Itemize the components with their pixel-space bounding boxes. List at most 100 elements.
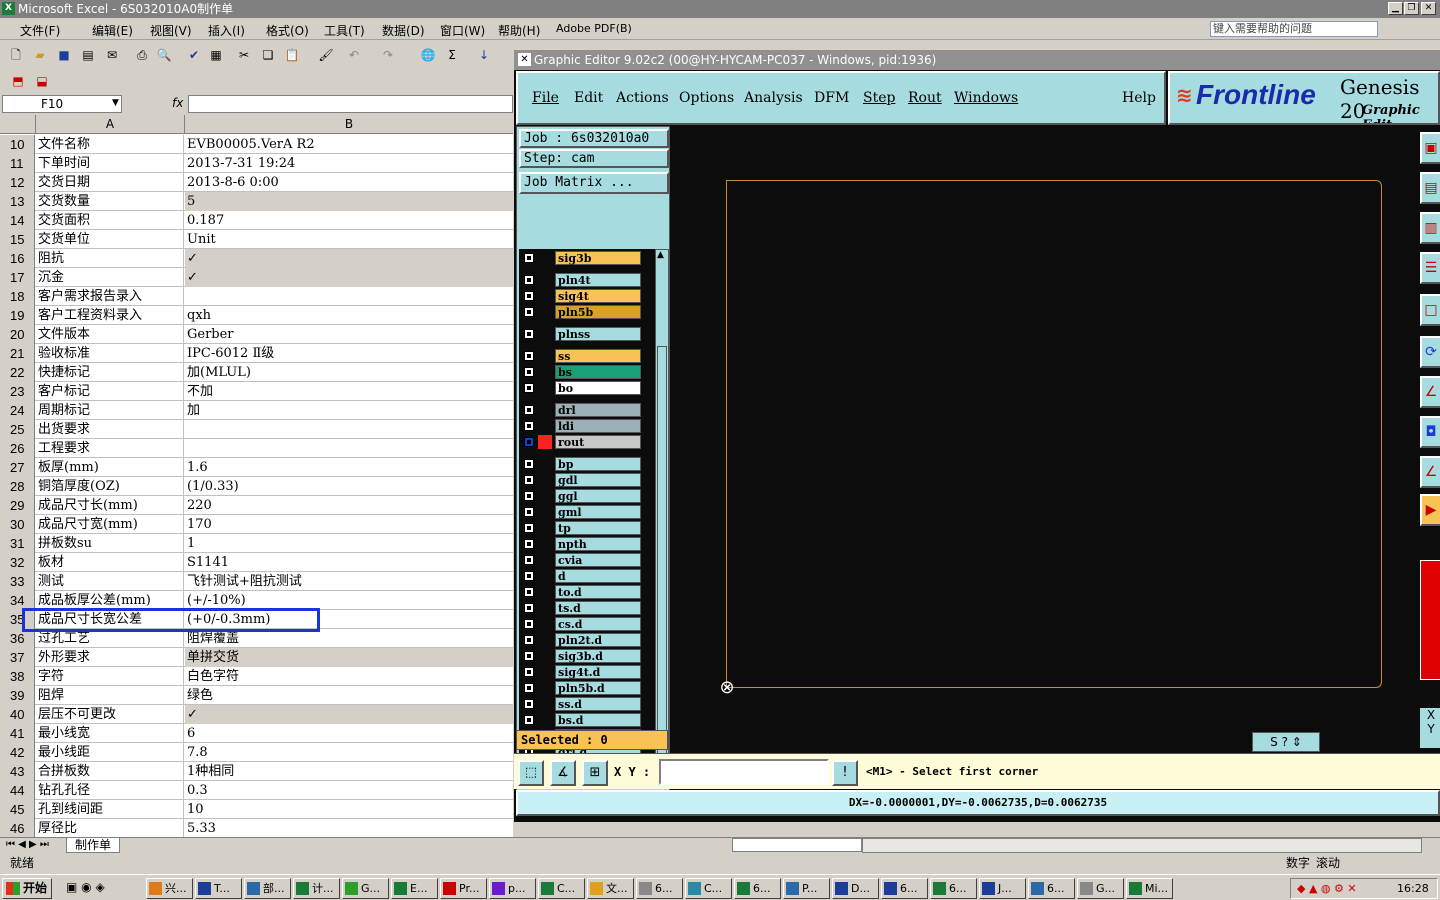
layer-list[interactable]: sig3b pln4t sig4t pln5b plnss ss bs bo drl ldi rou…	[519, 249, 655, 773]
start-button[interactable]: 开始	[2, 878, 52, 899]
row-number[interactable]: 26	[0, 439, 35, 458]
format-painter-icon[interactable]: 🖌	[318, 47, 334, 63]
layer-checkbox[interactable]	[524, 539, 534, 549]
row-number[interactable]: 13	[0, 192, 35, 211]
cell-b[interactable]: 6	[185, 724, 513, 743]
taskbar-item[interactable]: C...	[538, 878, 585, 899]
new-icon[interactable]: 🗋	[8, 47, 24, 63]
menu-view[interactable]: 视图(V)	[150, 22, 192, 39]
restore-icon[interactable]: ❐	[1404, 2, 1419, 15]
taskbar-item[interactable]: Pr...	[440, 878, 487, 899]
layer-color-swatch[interactable]	[538, 537, 552, 551]
menu-tools[interactable]: 工具(T)	[324, 22, 365, 39]
layer-name[interactable]: ts.d	[555, 601, 641, 615]
row-number[interactable]: 33	[0, 572, 35, 591]
row-number[interactable]: 32	[0, 553, 35, 572]
cell-b[interactable]: S1141	[185, 553, 513, 572]
cell-a[interactable]: 外形要求	[36, 648, 184, 667]
layer-checkbox[interactable]	[524, 587, 534, 597]
cell-a[interactable]: 客户标记	[36, 382, 184, 401]
taskbar-item[interactable]: E...	[391, 878, 438, 899]
layer-color-swatch[interactable]	[538, 505, 552, 519]
cell-b[interactable]: 10	[185, 800, 513, 819]
cell-a[interactable]: 文件名称	[36, 135, 184, 154]
hyperlink-icon[interactable]: 🌐	[420, 47, 436, 63]
layer-row[interactable]: ldi	[519, 419, 655, 433]
row-number[interactable]: 40	[0, 705, 35, 724]
layer-row[interactable]: tp	[519, 521, 655, 535]
row-number[interactable]: 20	[0, 325, 35, 344]
layer-checkbox[interactable]	[524, 275, 534, 285]
column-header-a[interactable]: A	[36, 115, 185, 134]
layer-color-swatch[interactable]	[538, 585, 552, 599]
cell-a[interactable]: 周期标记	[36, 401, 184, 420]
layer-row[interactable]: cs.d	[519, 617, 655, 631]
layer-color-swatch[interactable]	[538, 521, 552, 535]
row-number[interactable]: 42	[0, 743, 35, 762]
cell-b[interactable]: IPC-6012 Ⅱ级	[185, 344, 513, 363]
layer-color-swatch[interactable]	[538, 457, 552, 471]
layer-color-swatch[interactable]	[538, 713, 552, 727]
grid-icon[interactable]: ⊞	[582, 760, 608, 786]
cell-b[interactable]: 1	[185, 534, 513, 553]
layer-color-swatch[interactable]	[538, 381, 552, 395]
paste-icon[interactable]: 📋	[284, 47, 300, 63]
pdf-convert-icon[interactable]: ⬒	[10, 73, 26, 89]
column-header-b[interactable]: B	[185, 115, 513, 134]
layer-name[interactable]: ss	[555, 349, 641, 363]
layer-scrollbar[interactable]: ▲ ▼	[655, 249, 669, 773]
layer-name[interactable]: d	[555, 569, 641, 583]
copy-icon[interactable]: ❏	[260, 47, 276, 63]
menu-help[interactable]: 帮助(H)	[498, 22, 540, 39]
scroll-up-icon[interactable]: ▲	[657, 250, 664, 260]
row-number[interactable]: 19	[0, 306, 35, 325]
cell-a[interactable]: 客户需求报告录入	[36, 287, 184, 306]
menu-format[interactable]: 格式(O)	[266, 22, 309, 39]
permission-icon[interactable]: ▤	[80, 47, 96, 63]
row-number[interactable]: 16	[0, 249, 35, 268]
cell-a[interactable]: 层压不可更改	[36, 705, 184, 724]
cell-a[interactable]: 快捷标记	[36, 363, 184, 382]
layer-checkbox[interactable]	[524, 635, 534, 645]
menu-edit[interactable]: 编辑(E)	[92, 22, 133, 39]
taskbar-item[interactable]: 6...	[636, 878, 683, 899]
layer-color-swatch[interactable]	[538, 273, 552, 287]
row-number[interactable]: 11	[0, 154, 35, 173]
layer-row[interactable]: sig4t.d	[519, 665, 655, 679]
cell-b[interactable]: EVB00005.VerA R2	[185, 135, 513, 154]
layer-row[interactable]: plnss	[519, 327, 655, 341]
horizontal-scrollbar[interactable]	[862, 838, 1422, 853]
spreadsheet-grid[interactable]: A B 10 文件名称 EVB00005.VerA R2 11 下单时间 2013-7-3…	[0, 115, 513, 837]
layer-checkbox[interactable]	[524, 421, 534, 431]
layer-color-swatch[interactable]	[538, 697, 552, 711]
taskbar-item[interactable]: D...	[832, 878, 879, 899]
layer-color-swatch[interactable]	[538, 349, 552, 363]
row-number[interactable]: 18	[0, 287, 35, 306]
layer-name[interactable]: rout	[555, 435, 641, 449]
cell-a[interactable]: 文件版本	[36, 325, 184, 344]
cell-a[interactable]: 沉金	[36, 268, 184, 287]
layer-checkbox[interactable]	[524, 667, 534, 677]
research-icon[interactable]: ▦	[208, 47, 224, 63]
layer-name[interactable]: bs	[555, 365, 641, 379]
cell-b[interactable]: 1种相同	[185, 762, 513, 781]
row-number[interactable]: 37	[0, 648, 35, 667]
cell-b[interactable]: 1.6	[185, 458, 513, 477]
cell-b[interactable]: 不加	[185, 382, 513, 401]
layer-checkbox[interactable]	[524, 715, 534, 725]
layer-row[interactable]: pln4t	[519, 273, 655, 287]
cell-b[interactable]	[185, 287, 513, 306]
layer-color-swatch[interactable]	[538, 633, 552, 647]
menu-dfm[interactable]: DFM	[814, 90, 849, 106]
layer-name[interactable]: pln4t	[555, 273, 641, 287]
layer-row[interactable]: bo	[519, 381, 655, 395]
menu-windows[interactable]: Windows	[954, 90, 1018, 106]
cell-b[interactable]: 单拼交货	[185, 648, 513, 667]
cell-b[interactable]: 加(MLUL)	[185, 363, 513, 382]
sheet-nav-icons[interactable]: ⏮ ◀ ▶ ⏭	[6, 839, 49, 850]
cell-b[interactable]: 170	[185, 515, 513, 534]
layer-checkbox[interactable]	[524, 523, 534, 533]
layer-checkbox[interactable]	[524, 329, 534, 339]
redo-icon[interactable]: ↷	[380, 47, 396, 63]
row-number[interactable]: 15	[0, 230, 35, 249]
